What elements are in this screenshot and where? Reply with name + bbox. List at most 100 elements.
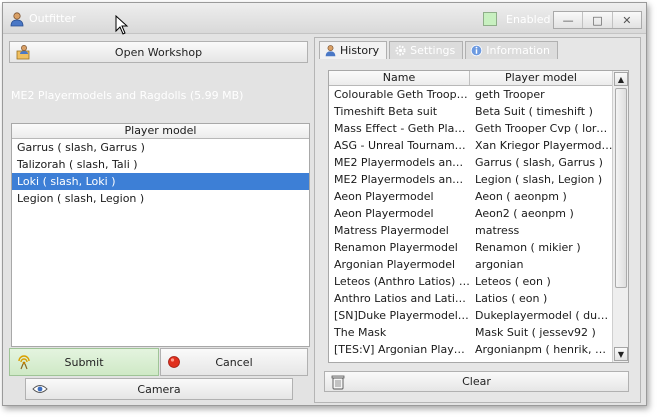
submit-button[interactable]: Submit [9,348,159,376]
table-row[interactable]: Renamon Playermodel Renamon ( mikier ) [329,239,628,256]
cell-player-model: argonian [475,258,524,271]
table-row[interactable]: Argonian Playermodel argonian [329,256,628,273]
clear-label: Clear [462,375,491,388]
cell-player-model: Renamon ( mikier ) [475,241,581,254]
cancel-label: Cancel [215,355,253,369]
cell-name: ASG - Unreal Tournament... [334,139,470,152]
scroll-up-button[interactable]: ▲ [614,72,628,86]
arrow-down-icon: ▼ [617,349,625,359]
cell-name: Colourable Geth Trooper ... [334,88,470,101]
history-scrollbar[interactable]: ▲ ▼ [612,71,628,362]
cell-player-model: Xan Kriegor Playermodel (... [475,139,613,152]
cell-player-model: Garrus ( slash, Garrus ) [475,156,603,169]
table-row[interactable]: Leteos (Anthro Latios) Pla... Leteos ( eo… [329,273,628,290]
cell-player-model: geth Trooper [475,88,545,101]
workshop-icon [16,45,30,60]
tab-information[interactable]: Information [465,41,558,59]
cell-name: [SN]Duke Playermodel (Dr... [334,309,470,322]
table-row[interactable]: Anthro Latios and Latias ... Latios ( eon… [329,290,628,307]
stop-icon [168,356,180,368]
cell-player-model: Aeon ( aeonpm ) [475,190,567,203]
list-header[interactable]: Player model [12,124,309,139]
list-item[interactable]: Talizorah ( slash, Tali ) [12,156,309,173]
cell-name: Anthro Latios and Latias ... [334,292,470,305]
cell-player-model: Mask Suit ( jessev92 ) [475,326,596,339]
maximize-button[interactable]: □ [583,12,613,28]
user-icon [324,44,337,57]
enabled-checkbox[interactable] [483,12,497,26]
cell-name: ME2 Playermodels and Ra... [334,173,470,186]
cell-name: Mass Effect - Geth Player... [334,122,470,135]
open-workshop-label: Open Workshop [114,45,203,59]
open-workshop-button[interactable]: Open Workshop [9,41,308,63]
broadcast-icon [18,355,30,370]
player-model-list[interactable]: Player model Garrus ( slash, Garrus ) Ta… [11,123,310,347]
enabled-label: Enabled [506,13,551,26]
clear-button[interactable]: Clear [324,371,629,392]
cell-player-model: matress [475,224,520,237]
maximize-icon: □ [592,13,603,27]
column-header-name[interactable]: Name [329,71,470,85]
table-row[interactable]: ME2 Playermodels and Ra... Legion ( slash… [329,171,628,188]
gear-icon [394,44,407,57]
camera-button[interactable]: Camera [25,378,293,400]
cell-name: Matress Playermodel [334,224,449,237]
table-row[interactable]: Aeon Playermodel Aeon2 ( aeonpm ) [329,205,628,222]
table-row[interactable]: ME2 Playermodels and Ra... Garrus ( slash… [329,154,628,171]
column-header-player-model[interactable]: Player model [470,71,613,85]
user-icon [10,12,24,27]
cell-player-model: Latios ( eon ) [475,292,548,305]
scroll-thumb[interactable] [615,88,627,288]
table-row[interactable]: Colourable Geth Trooper ... geth Trooper [329,86,628,103]
cell-player-model: Legion ( slash, Legion ) [475,173,603,186]
trash-icon [331,375,345,389]
submit-label: Submit [64,355,104,369]
minimize-button[interactable]: — [554,12,584,28]
arrow-up-icon: ▲ [617,74,625,84]
cell-name: Leteos (Anthro Latios) Pla... [334,275,470,288]
close-button[interactable]: ✕ [613,12,641,28]
list-item-selected[interactable]: Loki ( slash, Loki ) [12,173,309,190]
minimize-icon: — [562,13,574,27]
tab-settings[interactable]: Settings [389,41,464,59]
tab-information-label: Information [486,44,550,57]
table-row[interactable]: The Mask Mask Suit ( jessev92 ) [329,324,628,341]
cell-player-model: Leteos ( eon ) [475,275,551,288]
mouse-cursor-icon [115,15,129,35]
table-row[interactable]: ASG - Unreal Tournament... Xan Kriegor Pl… [329,137,628,154]
history-table[interactable]: Name Player model Colourable Geth Troope… [328,70,629,363]
window-title: Outfitter [29,12,76,25]
cell-name: Renamon Playermodel [334,241,458,254]
cell-player-model: Beta Suit ( timeshift ) [475,105,593,118]
eye-icon [32,385,48,393]
close-icon: ✕ [622,13,632,27]
cell-player-model: Dukeplayermodel ( dukepl... [475,309,613,322]
cell-name: Argonian Playermodel [334,258,456,271]
tab-bar: History Settings Information [319,41,560,59]
list-item[interactable]: Legion ( slash, Legion ) [12,190,309,207]
table-row[interactable]: [TES:V] Argonian Playerm... Argonianpm ( … [329,341,628,358]
table-header: Name Player model [329,71,628,86]
tab-settings-label: Settings [410,44,456,57]
info-icon [470,44,483,57]
table-row[interactable]: Matress Playermodel matress [329,222,628,239]
list-item[interactable]: Garrus ( slash, Garrus ) [12,139,309,156]
cell-player-model: Argonianpm ( henrik, Arg... [475,343,613,356]
table-row[interactable]: [SN]Duke Playermodel (Dr... Dukeplayermod… [329,307,628,324]
cell-player-model: Geth Trooper Cvp ( lordvi... [475,122,613,135]
tab-history[interactable]: History [319,41,388,59]
cell-player-model: Aeon2 ( aeonpm ) [475,207,574,220]
cell-name: [TES:V] Argonian Playerm... [334,343,470,356]
table-row[interactable]: Aeon Playermodel Aeon ( aeonpm ) [329,188,628,205]
scroll-down-button[interactable]: ▼ [614,347,628,361]
camera-label: Camera [137,382,181,396]
tab-history-label: History [340,44,380,57]
workshop-item-title: ME2 Playermodels and Ragdolls (5.99 MB) [11,89,244,102]
cell-name: The Mask [334,326,387,339]
table-row[interactable]: Timeshift Beta suit Beta Suit ( timeshift… [329,103,628,120]
title-bar[interactable]: Outfitter Enabled — □ ✕ [3,3,646,35]
cell-name: Aeon Playermodel [334,190,434,203]
table-row[interactable]: Mass Effect - Geth Player... Geth Trooper… [329,120,628,137]
cell-name: Aeon Playermodel [334,207,434,220]
cancel-button[interactable]: Cancel [160,348,308,376]
